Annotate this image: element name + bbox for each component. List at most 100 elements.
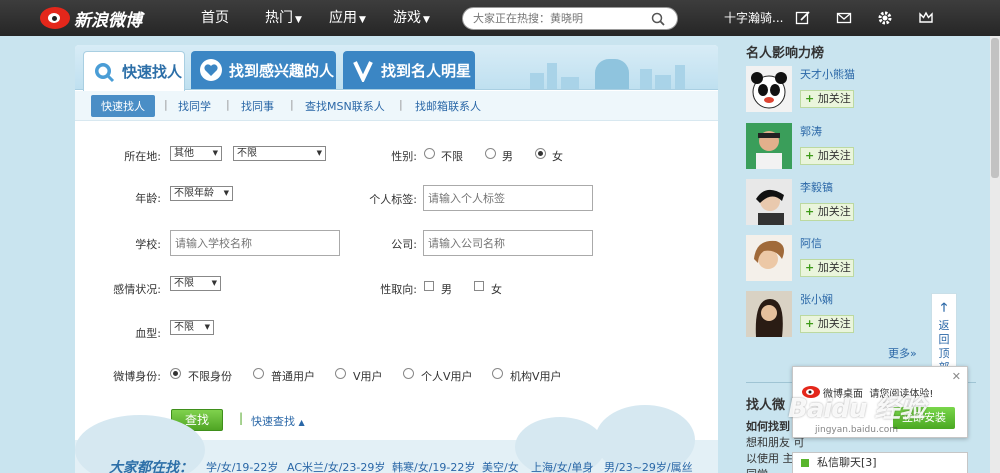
- subnav-classmates[interactable]: 找同学: [178, 98, 211, 114]
- baidu-watermark: Baidu 经验: [788, 394, 925, 424]
- celebrity-name[interactable]: 张小娴: [800, 291, 833, 307]
- chevron-down-icon: ▼: [316, 149, 322, 157]
- gender-radio-male[interactable]: [485, 148, 496, 159]
- popular-search-link[interactable]: 学/女/19-22岁: [206, 459, 278, 473]
- avatar[interactable]: [746, 235, 792, 281]
- tab-quick-find[interactable]: 快速找人: [83, 51, 185, 91]
- celebrity-name[interactable]: 阿信: [800, 235, 822, 251]
- school-label: 学校:: [135, 238, 161, 251]
- gear-icon[interactable]: [877, 10, 893, 26]
- gender-radio-any[interactable]: [424, 148, 435, 159]
- subnav-quick-find[interactable]: 快速找人: [91, 95, 155, 117]
- back-to-top-text: 顶: [938, 347, 950, 360]
- school-input[interactable]: [170, 230, 340, 256]
- logo-text: 新浪微博: [74, 10, 142, 31]
- page-scrollbar[interactable]: [990, 36, 1000, 473]
- company-label: 公司:: [391, 238, 417, 251]
- online-status-icon: [801, 459, 809, 467]
- blood-type-select[interactable]: 不限 ▼: [170, 320, 214, 335]
- scrollbar-thumb[interactable]: [991, 38, 999, 178]
- subnav-separator: |: [226, 98, 230, 111]
- follow-button[interactable]: + 加关注: [800, 315, 854, 333]
- popular-search-link[interactable]: 男/23~29岁/属丝: [604, 459, 693, 473]
- follow-button[interactable]: + 加关注: [800, 90, 854, 108]
- decor-building: [530, 73, 544, 89]
- crown-icon[interactable]: [918, 10, 934, 26]
- subnav-colleagues[interactable]: 找同事: [241, 98, 274, 114]
- popular-search-link[interactable]: 韩寒/女/19-22岁: [392, 459, 475, 473]
- arrow-up-icon: 🡑: [940, 300, 948, 314]
- tab-interesting-people[interactable]: 找到感兴趣的人: [191, 51, 336, 89]
- divider: |: [239, 411, 244, 425]
- location-province-select[interactable]: 其他 ▼: [170, 146, 222, 161]
- identity-radio-any[interactable]: [170, 368, 181, 379]
- subnav-email-contacts[interactable]: 找邮箱联系人: [415, 98, 481, 114]
- celebrity-name[interactable]: 天才小熊猫: [800, 66, 855, 82]
- more-celebrities-link[interactable]: 更多»: [888, 345, 917, 361]
- orientation-checkbox-male[interactable]: [424, 281, 434, 291]
- identity-radio-org-v[interactable]: [492, 368, 503, 379]
- gender-radio-female[interactable]: [535, 148, 546, 159]
- celebrity-item: 天才小熊猫 + 加关注: [746, 66, 976, 116]
- blood-type-label: 血型:: [135, 327, 161, 340]
- plus-icon: +: [805, 261, 815, 274]
- quick-search-link[interactable]: 快速查找 ▲: [251, 413, 305, 429]
- tab-celebrities[interactable]: 找到名人明星: [343, 51, 475, 89]
- company-input[interactable]: [423, 230, 593, 256]
- nav-hot[interactable]: 热门 ▼: [265, 0, 302, 36]
- back-to-top-text: 返: [938, 319, 950, 332]
- close-icon[interactable]: ✕: [952, 370, 961, 383]
- celebrity-ranking-title: 名人影响力榜: [746, 46, 825, 61]
- user-name-link[interactable]: 十字瀚骑...: [724, 0, 783, 36]
- compose-icon[interactable]: [795, 10, 811, 26]
- celebrity-name[interactable]: 李毅镐: [800, 179, 833, 195]
- find-people-subtitle: 如何找到: [746, 420, 790, 433]
- avatar[interactable]: [746, 123, 792, 169]
- celebrity-item: 李毅镐 + 加关注: [746, 179, 976, 229]
- identity-radio-personal-v[interactable]: [403, 368, 414, 379]
- back-to-top-button[interactable]: 🡑 返 回 顶 部: [931, 293, 957, 374]
- avatar[interactable]: [746, 179, 792, 225]
- chevron-down-icon: ▼: [212, 149, 218, 157]
- decor-building: [547, 63, 557, 89]
- search-input[interactable]: [473, 12, 643, 25]
- celebrity-name[interactable]: 郭涛: [800, 123, 822, 139]
- nav-apps[interactable]: 应用 ▼: [329, 0, 366, 36]
- follow-button[interactable]: + 加关注: [800, 203, 854, 221]
- popular-search-link[interactable]: AC米兰/女/23-29岁: [287, 459, 385, 473]
- private-chat-bar[interactable]: 私信聊天[3]: [792, 452, 968, 473]
- orientation-checkbox-female[interactable]: [474, 281, 484, 291]
- location-city-select[interactable]: 不限 ▼: [233, 146, 326, 161]
- chat-label: 私信聊天[3]: [817, 456, 877, 469]
- subnav-msn-contacts[interactable]: 查找MSN联系人: [305, 98, 385, 114]
- popular-search-link[interactable]: 上海/女/单身: [531, 459, 593, 473]
- personal-tag-input[interactable]: [423, 185, 593, 211]
- person-avatar-icon: [746, 291, 792, 337]
- mail-icon[interactable]: [836, 10, 852, 26]
- follow-button[interactable]: + 加关注: [800, 259, 854, 277]
- nav-home[interactable]: 首页: [201, 0, 229, 36]
- popular-search-link[interactable]: 美空/女: [482, 459, 519, 473]
- avatar[interactable]: [746, 66, 792, 112]
- nav-games[interactable]: 游戏 ▼: [393, 0, 430, 36]
- find-people-panel: 快速找人 找到感兴趣的人 找到名人明星 快速找人 | 找同学 | 找同事 | 查…: [75, 45, 718, 473]
- age-select[interactable]: 不限年龄 ▼: [170, 186, 233, 201]
- subnav-separator: |: [164, 98, 168, 111]
- age-label: 年龄:: [135, 192, 161, 205]
- chevron-down-icon: ▼: [359, 15, 366, 25]
- identity-radio-normal[interactable]: [253, 368, 264, 379]
- follow-button[interactable]: + 加关注: [800, 147, 854, 165]
- chevron-down-icon: ▼: [295, 15, 302, 25]
- celebrity-item: 阿信 + 加关注: [746, 235, 976, 285]
- chevron-down-icon: ▼: [423, 15, 430, 25]
- relationship-select[interactable]: 不限 ▼: [170, 276, 221, 291]
- back-to-top-text: 回: [938, 333, 950, 346]
- identity-option-label: 普通用户: [271, 370, 315, 383]
- identity-radio-v[interactable]: [335, 368, 346, 379]
- avatar[interactable]: [746, 291, 792, 337]
- gender-label: 性别:: [391, 150, 417, 163]
- identity-option-label: V用户: [353, 370, 383, 383]
- weibo-logo[interactable]: 新浪微博: [40, 6, 142, 31]
- search-icon[interactable]: [651, 12, 665, 26]
- location-label: 所在地:: [124, 150, 161, 163]
